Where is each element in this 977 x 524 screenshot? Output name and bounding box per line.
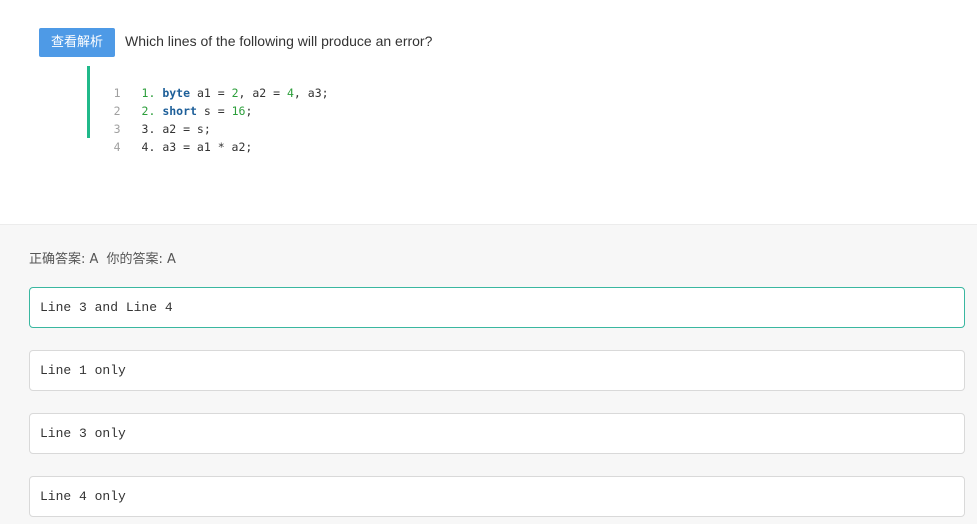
option-text: Line 4 only (40, 489, 126, 504)
code-block: 1 1. byte a1 = 2, a2 = 4, a3; 2 2. short s… (60, 66, 329, 154)
option-b[interactable]: Line 1 only (29, 350, 965, 391)
option-text: Line 1 only (40, 363, 126, 378)
your-answer-label: 你的答案: A (106, 252, 176, 267)
view-analysis-button[interactable]: 查看解析 (39, 28, 115, 57)
code-line: 2 2. short s = 16; (60, 84, 329, 118)
option-d[interactable]: Line 4 only (29, 476, 965, 517)
line-number: 4 (113, 140, 121, 154)
code-line: 4 4. a3 = a1 * a2; (60, 120, 329, 154)
option-text: Line 3 only (40, 426, 126, 441)
correct-answer-label: 正确答案: A (29, 252, 99, 267)
option-text: Line 3 and Line 4 (40, 300, 173, 315)
option-a[interactable]: Line 3 and Line 4 (29, 287, 965, 328)
question-text: Which lines of the following will produc… (125, 33, 433, 49)
question-panel: 查看解析 Which lines of the following will p… (0, 0, 977, 224)
code-line: 1 1. byte a1 = 2, a2 = 4, a3; (60, 66, 329, 100)
code-line: 3 3. a2 = s; (60, 102, 329, 136)
answer-panel: 正确答案: A 你的答案: A Line 3 and Line 4 Line 1… (0, 224, 977, 524)
code-text: 4. a3 = a1 * a2; (130, 138, 253, 156)
code-token: 4. a3 = a1 * a2; (141, 140, 253, 154)
answer-result: 正确答案: A 你的答案: A (29, 248, 180, 267)
option-c[interactable]: Line 3 only (29, 413, 965, 454)
